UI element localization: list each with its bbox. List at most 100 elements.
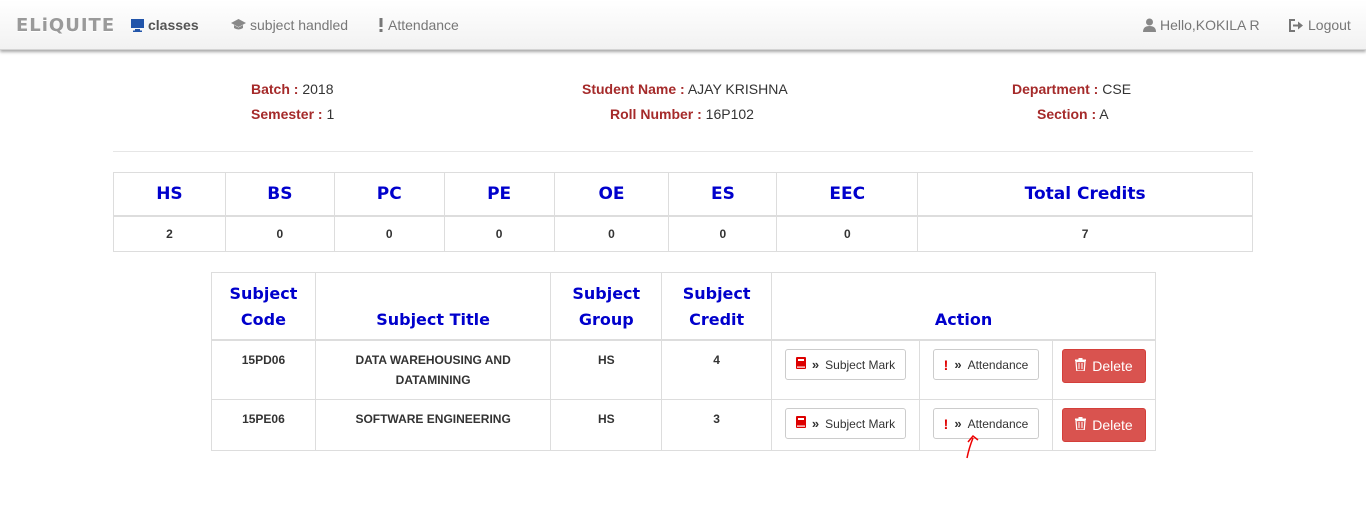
subject-code-header-line1: Subject	[229, 284, 298, 303]
student-name-info: Student Name : AJAY KRISHNA	[582, 81, 788, 97]
student-name-label: Student Name :	[582, 81, 685, 97]
chevron-double-right-icon: »	[811, 356, 820, 372]
nav-subject-handled[interactable]: subject handled	[231, 17, 348, 33]
semester-label: Semester :	[251, 106, 323, 122]
user-icon	[1143, 18, 1156, 32]
subject-group: HS	[550, 399, 663, 451]
credits-value-hs: 2	[113, 215, 226, 252]
delete-cell: Delete	[1051, 339, 1157, 400]
monitor-icon	[131, 18, 144, 32]
credits-value-row: 2 0 0 0 0 0 0 7	[113, 215, 1253, 252]
credits-table: HS BS PC PE OE ES EEC Total Credits 2 0 …	[113, 172, 1253, 252]
subjects-table: Subject Code Subject Title Subject Group…	[211, 272, 1157, 451]
credits-value-oe: 0	[553, 215, 670, 252]
semester-info: Semester : 1	[251, 106, 334, 122]
credits-value-total: 7	[917, 215, 1253, 252]
subject-mark-button[interactable]: » Subject Mark	[784, 349, 907, 380]
book-icon	[795, 414, 806, 434]
subject-mark-label: Subject Mark	[825, 357, 896, 372]
attendance-button[interactable]: ! » Attendance	[932, 349, 1040, 380]
subject-credit-header-line2: Credit	[689, 310, 745, 329]
logout-label: Logout	[1308, 17, 1351, 33]
subject-group: HS	[550, 339, 663, 400]
nav-classes-label: classes	[148, 17, 199, 33]
credits-header-row: HS BS PC PE OE ES EEC Total Credits	[113, 172, 1253, 217]
subject-code: 15PD06	[211, 339, 316, 400]
subject-title: DATA WAREHOUSING AND DATAMINING	[314, 339, 552, 400]
roll-number-info: Roll Number : 16P102	[610, 106, 754, 122]
subject-title: SOFTWARE ENGINEERING	[314, 399, 552, 451]
subject-mark-label: Subject Mark	[825, 416, 896, 431]
logout-icon	[1289, 18, 1304, 32]
nav-subject-handled-label: subject handled	[250, 17, 349, 33]
subject-mark-cell: » Subject Mark	[771, 399, 921, 451]
user-greeting-label: Hello,KOKILA R	[1160, 17, 1260, 33]
table-row: 15PD06 DATA WAREHOUSING AND DATAMINING H…	[211, 339, 1157, 400]
roll-number-label: Roll Number :	[610, 106, 702, 122]
subject-code: 15PE06	[211, 399, 316, 451]
credits-header-bs: BS	[224, 172, 335, 217]
attendance-cell: ! » Attendance	[919, 339, 1053, 400]
logout-button[interactable]: Logout	[1289, 17, 1351, 33]
chevron-double-right-icon: »	[954, 415, 962, 431]
subject-credit: 3	[661, 399, 773, 451]
subjects-header-row: Subject Code Subject Title Subject Group…	[211, 272, 1156, 341]
section-value: A	[1099, 106, 1109, 122]
annotation-arrow-icon	[966, 434, 979, 459]
batch-value: 2018	[302, 81, 334, 97]
department-info: Department : CSE	[1012, 81, 1131, 97]
credits-header-total: Total Credits	[917, 172, 1253, 217]
delete-button[interactable]: Delete	[1062, 349, 1146, 383]
credits-header-pe: PE	[443, 172, 555, 217]
table-row: 15PE06 SOFTWARE ENGINEERING HS 3 » Subje…	[211, 399, 1157, 451]
subject-title-header: Subject Title	[314, 272, 552, 341]
credits-value-pe: 0	[443, 215, 555, 252]
semester-value: 1	[326, 106, 335, 122]
book-icon	[795, 355, 806, 375]
credits-value-bs: 0	[224, 215, 335, 252]
delete-label: Delete	[1092, 358, 1133, 374]
subject-mark-button[interactable]: » Subject Mark	[784, 408, 907, 439]
subject-group-header-line1: Subject	[572, 284, 641, 303]
section-divider	[113, 151, 1253, 152]
subject-credit-header: Subject Credit	[661, 272, 773, 341]
department-label: Department :	[1012, 81, 1099, 97]
trash-icon	[1075, 415, 1087, 435]
department-value: CSE	[1102, 81, 1132, 97]
student-name-value: AJAY KRISHNA	[687, 81, 788, 97]
chevron-double-right-icon: »	[811, 415, 820, 431]
top-navbar: ELiQUITE classes subject handled Attenda…	[0, 0, 1366, 50]
action-header: Action	[771, 272, 1156, 341]
user-greeting[interactable]: Hello,KOKILA R	[1143, 17, 1260, 33]
batch-label: Batch :	[251, 81, 299, 97]
subject-code-header-line2: Code	[240, 310, 286, 329]
subject-credit-header-line1: Subject	[682, 284, 751, 303]
subject-group-header: Subject Group	[550, 272, 663, 341]
delete-button[interactable]: Delete	[1062, 408, 1146, 442]
nav-classes[interactable]: classes	[131, 17, 199, 33]
subject-credit: 4	[661, 339, 773, 400]
delete-cell: Delete	[1051, 399, 1157, 451]
subject-mark-cell: » Subject Mark	[771, 339, 921, 400]
brand-logo[interactable]: ELiQUITE	[16, 15, 115, 36]
nav-attendance-label: Attendance	[388, 17, 459, 33]
exclamation-icon: !	[943, 356, 949, 373]
exclamation-icon: !	[943, 415, 949, 432]
exclamation-icon	[378, 18, 384, 32]
section-label: Section :	[1037, 106, 1097, 122]
credits-header-hs: HS	[113, 172, 226, 217]
nav-attendance[interactable]: Attendance	[378, 17, 459, 33]
credits-value-es: 0	[668, 215, 778, 252]
credits-header-es: ES	[668, 172, 778, 217]
subject-code-header: Subject Code	[211, 272, 316, 341]
section-info: Section : A	[1037, 106, 1109, 122]
chevron-double-right-icon: »	[954, 356, 962, 372]
credits-header-eec: EEC	[776, 172, 919, 217]
attendance-label: Attendance	[967, 357, 1029, 372]
credits-header-oe: OE	[553, 172, 670, 217]
subject-group-header-line2: Group	[578, 310, 634, 329]
batch-info: Batch : 2018	[251, 81, 334, 97]
credits-value-eec: 0	[776, 215, 919, 252]
credits-header-pc: PC	[333, 172, 445, 217]
trash-icon	[1075, 356, 1087, 376]
